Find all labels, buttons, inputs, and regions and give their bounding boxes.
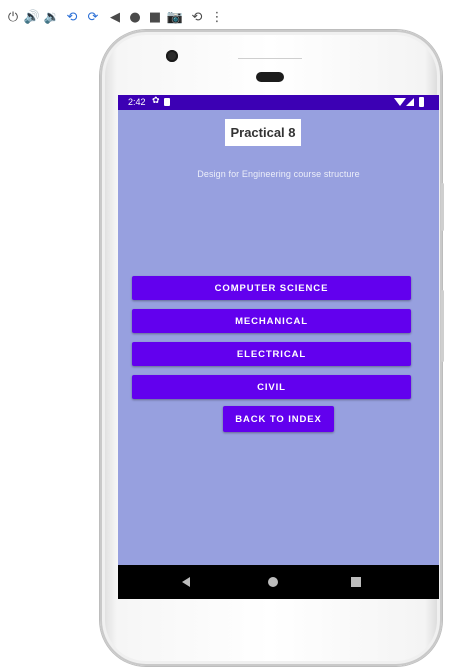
mechanical-button[interactable]: MECHANICAL	[132, 309, 411, 333]
power-side-button[interactable]	[441, 183, 444, 231]
back-to-index-button[interactable]: BACK TO INDEX	[223, 406, 334, 432]
nav-back-icon[interactable]	[182, 577, 190, 587]
back-icon[interactable]: ◀	[108, 9, 122, 25]
volume-up-icon[interactable]: 🔊	[24, 9, 40, 25]
signal-icon	[406, 98, 414, 106]
emulator-toolbar: ⏻ 🔊 🔉 ⟲ ⟳ ◀ ● ■ 📷 ⟲ ⋮	[0, 0, 459, 34]
battery-icon	[419, 97, 424, 107]
wifi-icon	[394, 98, 406, 106]
home-icon[interactable]: ●	[128, 9, 142, 25]
sd-card-icon	[164, 98, 170, 106]
camera-icon[interactable]: 📷	[167, 9, 183, 25]
civil-button[interactable]: CIVIL	[132, 375, 411, 399]
electrical-button[interactable]: ELECTRICAL	[132, 342, 411, 366]
volume-down-icon[interactable]: 🔉	[44, 9, 60, 25]
snapshot-icon[interactable]: ⟲	[190, 9, 204, 25]
more-icon[interactable]: ⋮	[210, 9, 224, 25]
nav-recents-icon[interactable]	[351, 577, 361, 587]
overview-icon[interactable]: ■	[148, 9, 162, 25]
computer-science-button[interactable]: COMPUTER SCIENCE	[132, 276, 411, 300]
phone-screen: 2:42 ✿ Practical 8 Design for Engineerin…	[118, 95, 439, 599]
page-subtitle: Design for Engineering course structure	[197, 169, 360, 179]
bezel-line	[238, 58, 302, 59]
status-bar: 2:42 ✿	[118, 95, 439, 110]
status-time: 2:42	[128, 97, 146, 107]
rotate-right-icon[interactable]: ⟳	[86, 9, 100, 25]
settings-icon: ✿	[152, 96, 160, 106]
rotate-left-icon[interactable]: ⟲	[65, 9, 79, 25]
power-icon[interactable]: ⏻	[6, 9, 20, 25]
earpiece-speaker	[256, 72, 284, 82]
navigation-bar	[118, 565, 439, 599]
front-camera	[166, 50, 178, 62]
page-title: Practical 8	[225, 119, 301, 146]
nav-home-icon[interactable]	[268, 577, 278, 587]
volume-side-button[interactable]	[441, 290, 444, 362]
